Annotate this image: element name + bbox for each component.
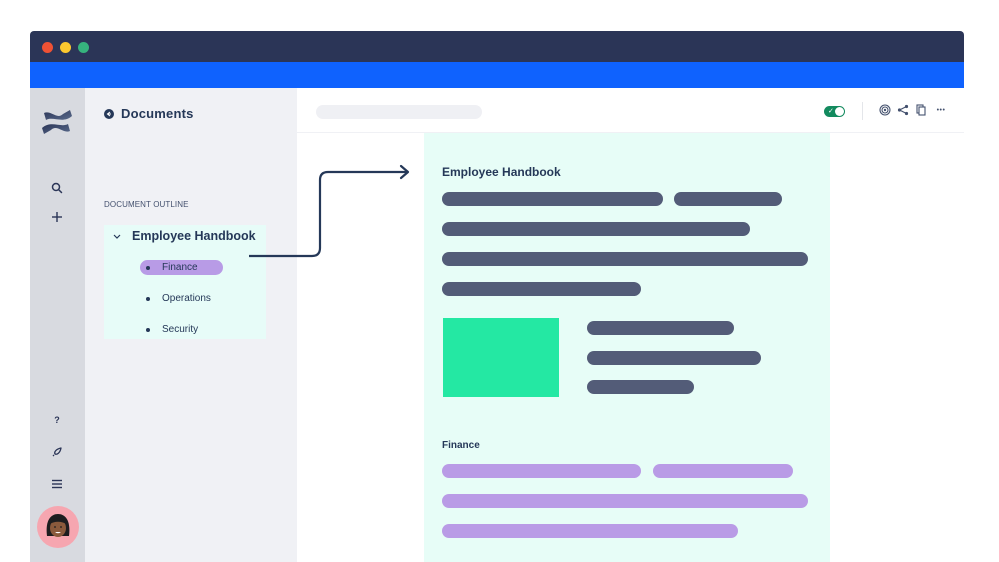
copy-icon[interactable] xyxy=(914,103,928,117)
toggle-knob xyxy=(835,107,844,116)
maximize-window-button[interactable] xyxy=(78,42,89,53)
help-icon[interactable]: ? xyxy=(47,410,67,430)
tree-item-label: Finance xyxy=(162,262,198,273)
document-sidebar: Documents DOCUMENT OUTLINE Employee Hand… xyxy=(85,88,297,562)
check-icon: ✓ xyxy=(828,108,834,115)
tree-item-security[interactable]: Security xyxy=(140,322,198,337)
global-nav-rail: ? xyxy=(30,88,85,562)
section-heading-finance: Finance xyxy=(442,440,480,451)
back-arrow-icon xyxy=(104,108,114,119)
highlighted-placeholder-line xyxy=(442,524,738,538)
content-toolbar: ✓ ••• xyxy=(297,88,964,133)
tree-item-employee-handbook[interactable]: Employee Handbook xyxy=(112,229,256,243)
text-placeholder-line xyxy=(442,252,808,266)
highlighted-placeholder-line xyxy=(442,494,808,508)
minimize-window-button[interactable] xyxy=(60,42,71,53)
tree-item-label: Operations xyxy=(162,293,211,304)
bullet-icon xyxy=(146,296,150,301)
more-icon[interactable]: ••• xyxy=(934,103,948,117)
image-placeholder xyxy=(443,318,559,397)
search-input[interactable] xyxy=(316,105,482,119)
text-placeholder-line xyxy=(587,380,694,394)
tree-item-label: Security xyxy=(162,324,199,335)
back-title: Documents xyxy=(121,106,194,121)
back-to-documents-link[interactable]: Documents xyxy=(104,106,194,121)
bullet-icon xyxy=(146,327,150,332)
user-avatar[interactable] xyxy=(37,506,79,548)
chevron-down-icon[interactable] xyxy=(112,231,122,241)
watch-icon[interactable] xyxy=(878,103,892,117)
app-window: ? Documents DOCUMENT OUTLINE Employee Ha… xyxy=(30,31,964,562)
document-title: Employee Handbook xyxy=(442,165,561,179)
share-icon[interactable] xyxy=(896,103,910,117)
main-content: ✓ ••• Employee Handbook Finance xyxy=(297,88,964,562)
confluence-logo-icon[interactable] xyxy=(41,106,73,138)
text-placeholder-line xyxy=(442,192,663,206)
text-placeholder-line xyxy=(587,321,734,335)
tree-root-label: Employee Handbook xyxy=(132,229,256,243)
document-outline-tree: Employee Handbook Finance Operations Sec… xyxy=(104,225,266,339)
search-icon[interactable] xyxy=(47,178,67,198)
create-plus-icon[interactable] xyxy=(47,207,67,227)
outline-heading: DOCUMENT OUTLINE xyxy=(104,200,189,209)
tree-item-operations[interactable]: Operations xyxy=(140,291,211,306)
text-placeholder-line xyxy=(587,351,761,365)
bullet-icon xyxy=(146,265,150,270)
app-header-bar xyxy=(30,62,964,88)
close-window-button[interactable] xyxy=(42,42,53,53)
document-page: Employee Handbook Finance xyxy=(424,133,830,562)
toolbar-divider xyxy=(862,102,863,120)
text-placeholder-line xyxy=(442,222,750,236)
status-toggle[interactable]: ✓ xyxy=(824,106,845,117)
text-placeholder-line xyxy=(442,282,641,296)
tree-item-finance[interactable]: Finance xyxy=(140,260,223,275)
title-bar xyxy=(30,31,964,62)
rocket-icon[interactable] xyxy=(47,442,67,462)
text-placeholder-line xyxy=(674,192,782,206)
menu-icon[interactable] xyxy=(47,474,67,494)
highlighted-placeholder-line xyxy=(653,464,793,478)
highlighted-placeholder-line xyxy=(442,464,641,478)
